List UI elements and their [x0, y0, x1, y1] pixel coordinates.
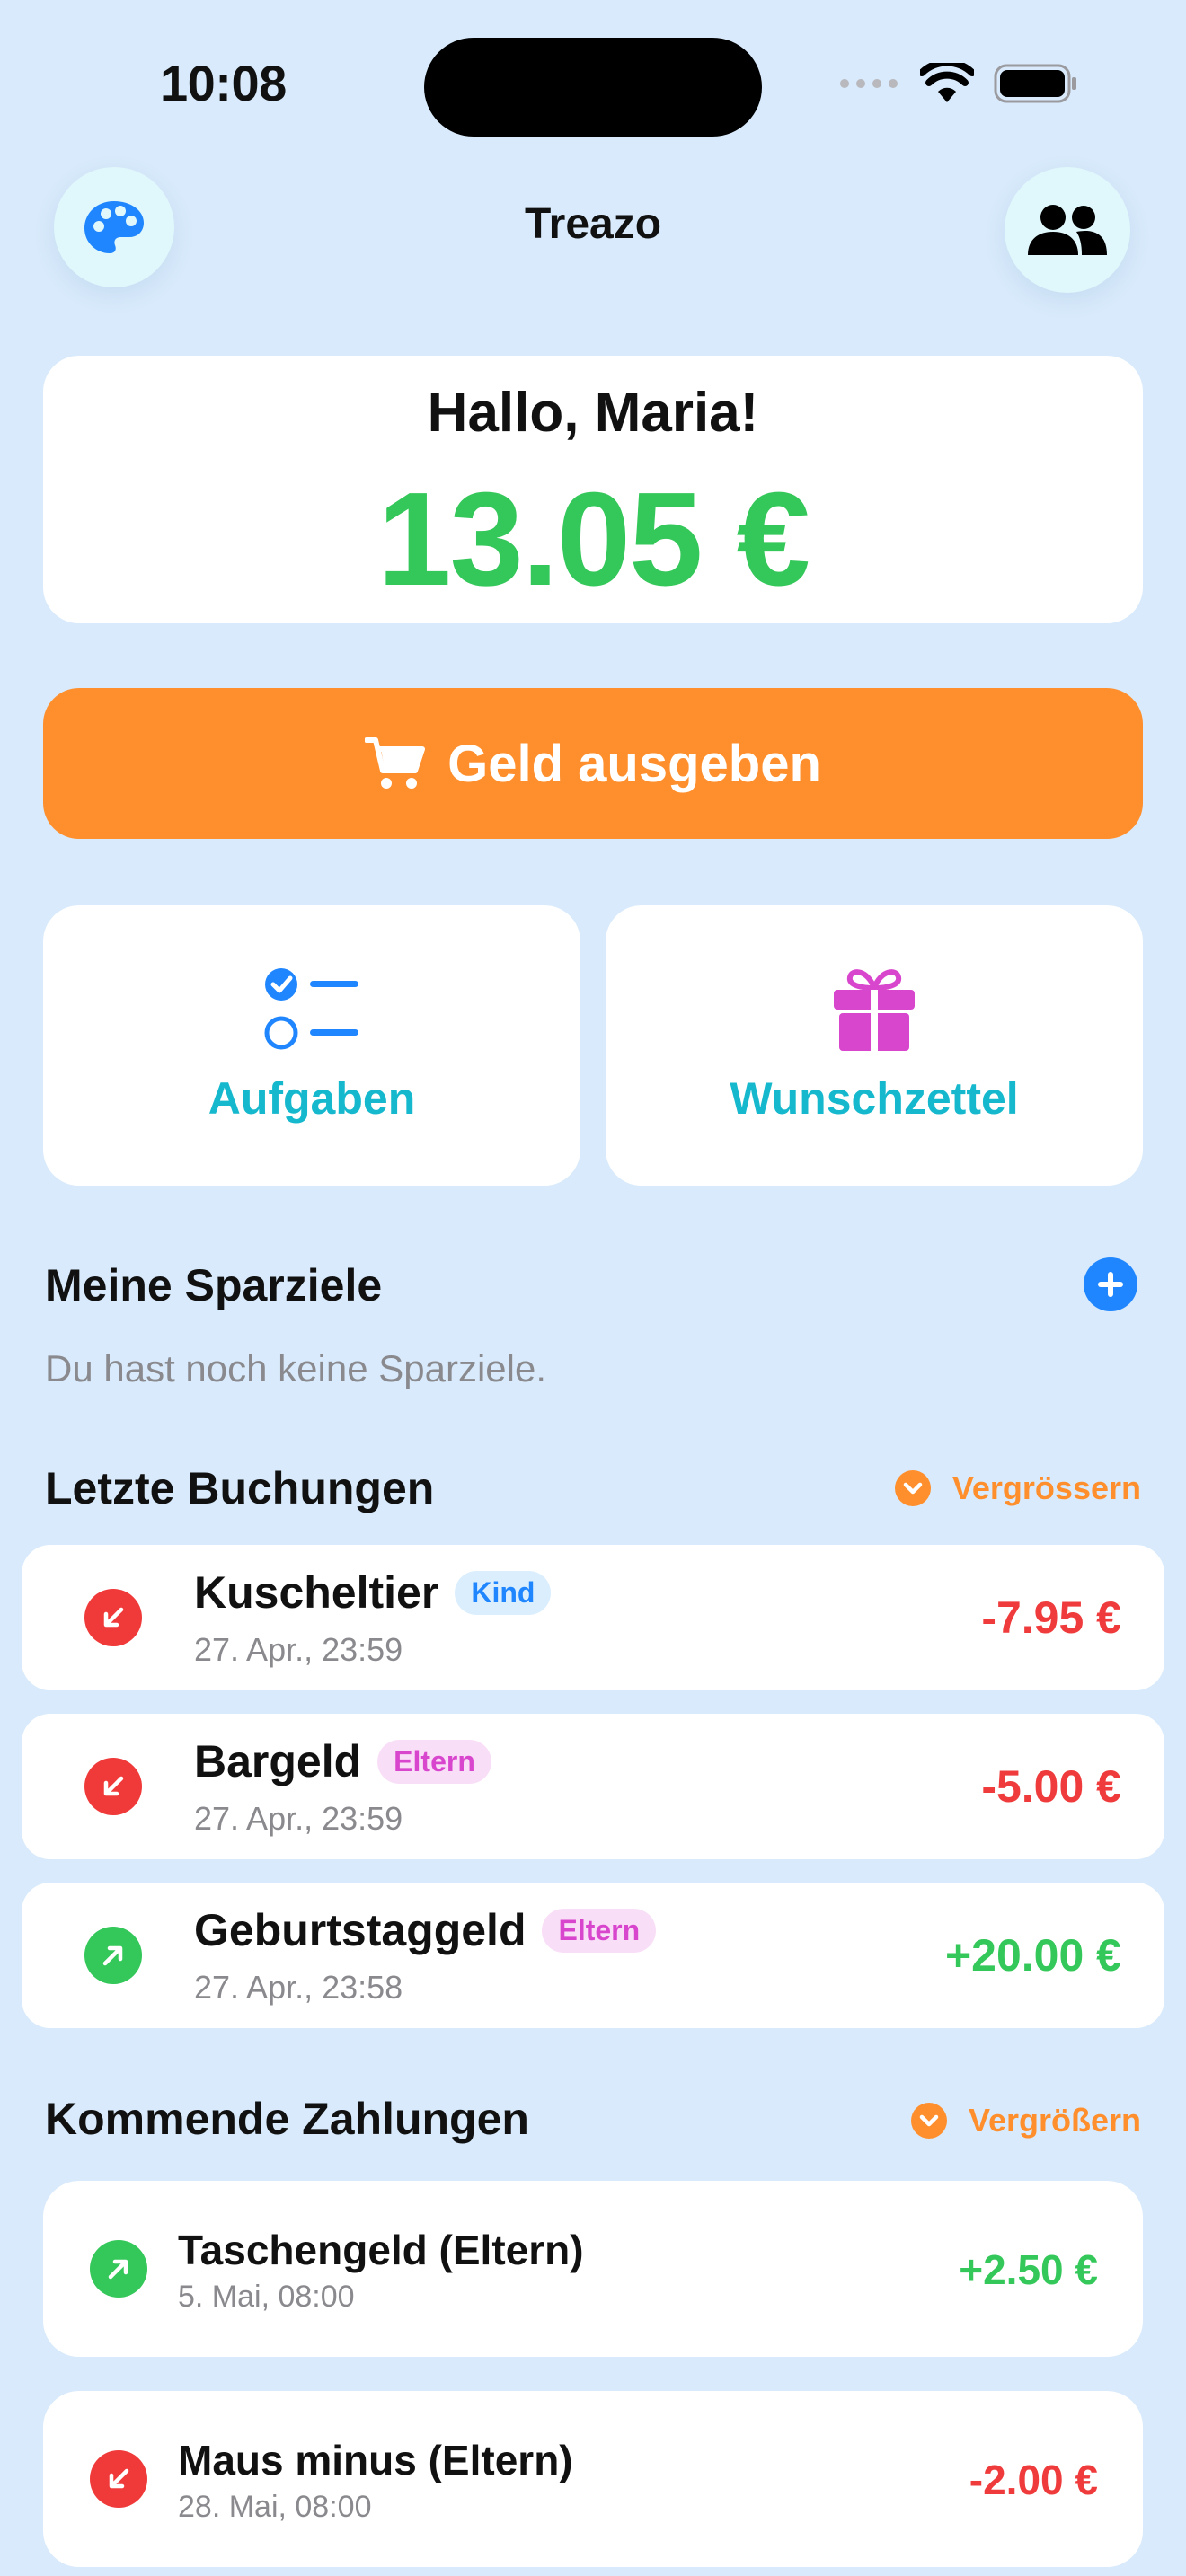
status-icons	[839, 63, 1078, 104]
transaction-badge: Kind	[455, 1570, 552, 1615]
transaction-name: Geburtstaggeld	[194, 1905, 527, 1955]
outgoing-arrow-icon	[90, 2450, 147, 2508]
upcoming-payment-row[interactable]: Maus minus (Eltern) 28. Mai, 08:00 -2.00…	[43, 2391, 1143, 2567]
dynamic-island	[424, 38, 762, 137]
outgoing-arrow-icon	[84, 1589, 142, 1646]
people-icon	[1028, 205, 1107, 255]
outgoing-arrow-icon	[84, 1758, 142, 1815]
checklist-icon	[264, 968, 358, 1050]
tasks-tile[interactable]: Aufgaben	[43, 905, 580, 1186]
add-goal-button[interactable]	[1084, 1257, 1137, 1311]
family-button[interactable]	[1005, 167, 1130, 293]
expand-upcoming-button[interactable]: Vergrößern	[910, 2102, 1141, 2139]
spend-money-label: Geld ausgeben	[447, 734, 821, 793]
gift-icon	[834, 969, 915, 1051]
upcoming-payment-date: 5. Mai, 08:00	[178, 2280, 355, 2314]
expand-transactions-label: Vergrössern	[951, 1469, 1141, 1506]
balance-amount: 13.05 €	[377, 465, 810, 613]
status-time: 10:08	[160, 55, 287, 111]
transaction-badge: Eltern	[542, 1908, 657, 1953]
transaction-date: 27. Apr., 23:58	[194, 1969, 403, 2006]
transaction-row[interactable]: Bargeld Eltern 27. Apr., 23:59 -5.00 €	[22, 1714, 1164, 1859]
balance-card: Hallo, Maria! 13.05 €	[43, 356, 1143, 623]
signal-icon	[840, 79, 898, 88]
cart-icon	[365, 737, 426, 789]
upcoming-payment-date: 28. Mai, 08:00	[178, 2490, 372, 2524]
incoming-arrow-icon	[90, 2240, 147, 2298]
greeting-text: Hallo, Maria!	[427, 382, 759, 444]
battery-icon	[994, 64, 1076, 103]
transaction-date: 27. Apr., 23:59	[194, 1631, 403, 1668]
upcoming-payments-title: Kommende Zahlungen	[45, 2094, 529, 2144]
transaction-row[interactable]: Kuscheltier Kind 27. Apr., 23:59 -7.95 €	[22, 1545, 1164, 1690]
upcoming-payment-name: Maus minus (Eltern)	[178, 2437, 573, 2483]
upcoming-payment-row[interactable]: Taschengeld (Eltern) 5. Mai, 08:00 +2.50…	[43, 2181, 1143, 2357]
transaction-badge: Eltern	[377, 1739, 491, 1784]
expand-upcoming-label: Vergrößern	[968, 2102, 1141, 2139]
upcoming-payment-amount: -2.00 €	[969, 2457, 1098, 2503]
transaction-amount: +20.00 €	[944, 1930, 1121, 1981]
chevron-down-icon	[894, 1470, 931, 1506]
wishlist-label: Wunschzettel	[730, 1073, 1019, 1124]
transaction-name: Bargeld	[194, 1736, 362, 1786]
plus-icon	[1098, 1272, 1123, 1297]
upcoming-payment-name: Taschengeld (Eltern)	[178, 2227, 584, 2273]
upcoming-payment-amount: +2.50 €	[959, 2246, 1098, 2293]
spend-money-button[interactable]: Geld ausgeben	[43, 688, 1143, 839]
wifi-icon	[920, 63, 974, 102]
expand-transactions-button[interactable]: Vergrössern	[894, 1469, 1141, 1507]
tasks-label: Aufgaben	[208, 1073, 416, 1124]
transaction-name: Kuscheltier	[194, 1567, 439, 1618]
transaction-amount: -7.95 €	[981, 1592, 1121, 1643]
recent-transactions-title: Letzte Buchungen	[45, 1463, 435, 1513]
transaction-date: 27. Apr., 23:59	[194, 1800, 403, 1837]
incoming-arrow-icon	[84, 1927, 142, 1984]
chevron-down-icon	[910, 2103, 947, 2139]
transaction-row[interactable]: Geburtstaggeld Eltern 27. Apr., 23:58 +2…	[22, 1883, 1164, 2028]
savings-goals-empty: Du hast noch keine Sparziele.	[45, 1347, 546, 1389]
savings-goals-title: Meine Sparziele	[45, 1260, 383, 1310]
transaction-amount: -5.00 €	[981, 1761, 1121, 1812]
wishlist-tile[interactable]: Wunschzettel	[606, 905, 1143, 1186]
